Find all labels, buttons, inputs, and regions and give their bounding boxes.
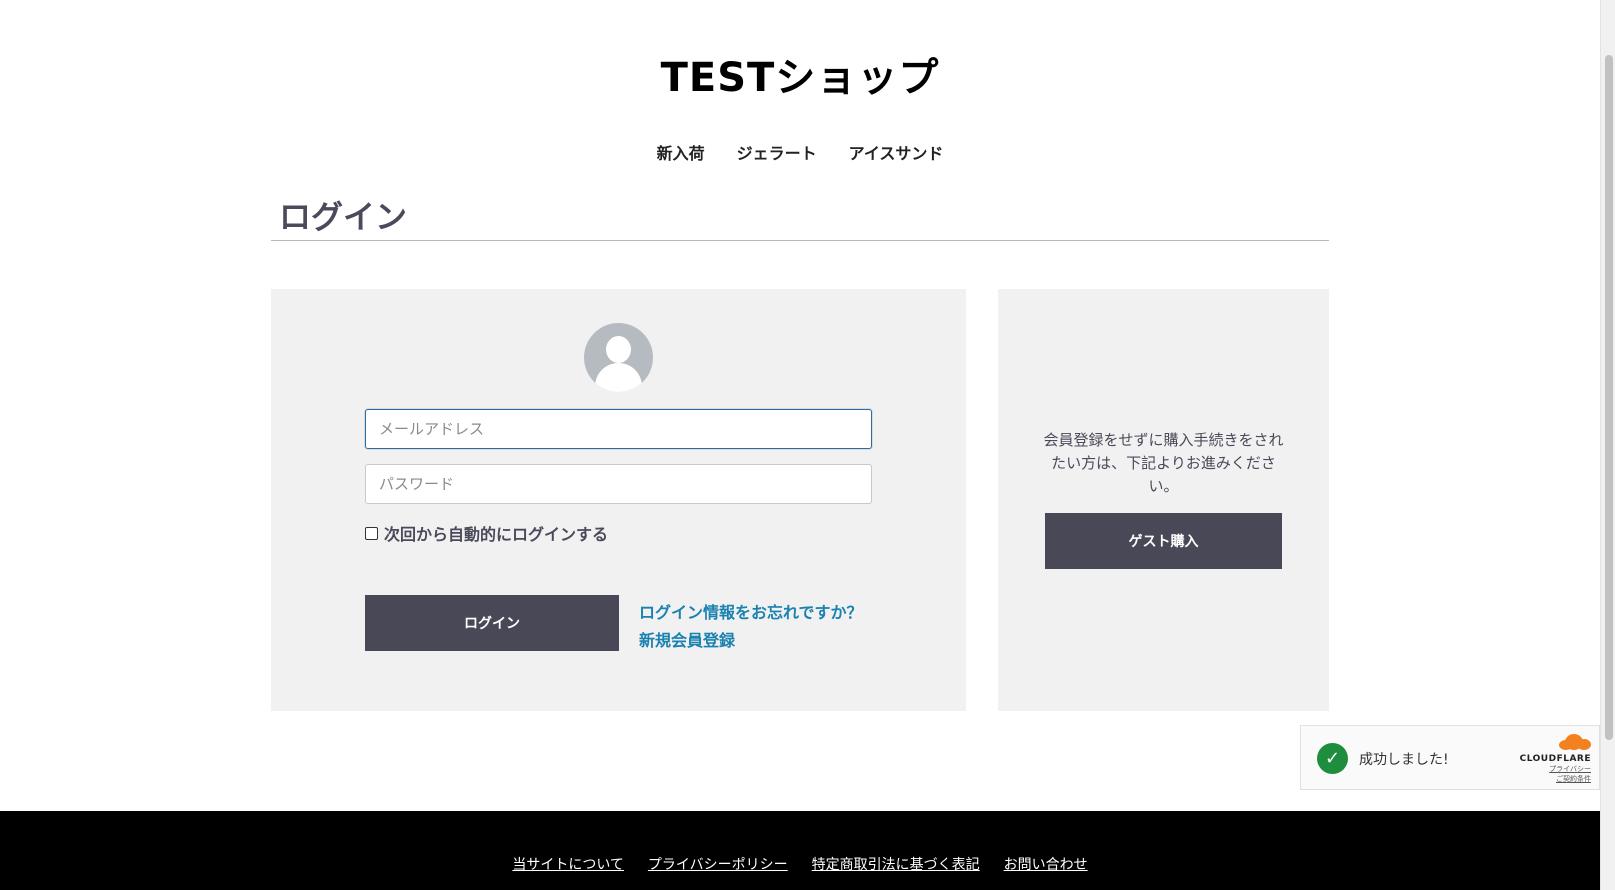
nav-item-gelato[interactable]: ジェラート xyxy=(737,140,817,164)
scrollbar-thumb[interactable] xyxy=(1605,55,1613,740)
main-nav: 新入荷 ジェラート アイスサンド xyxy=(0,140,1600,164)
cloudflare-terms-link[interactable]: ご契約条件 xyxy=(1507,774,1591,784)
remember-checkbox[interactable] xyxy=(365,526,378,540)
footer-link-about[interactable]: 当サイトについて xyxy=(512,854,624,874)
forgot-login-link[interactable]: ログイン情報をお忘れですか？ xyxy=(639,599,863,623)
turnstile-status: 成功しました! xyxy=(1359,752,1449,768)
guest-description: 会員登録をせずに購入手続きをされたい方は、下記よりお進みください。 xyxy=(1043,431,1284,495)
remember-me[interactable]: 次回から自動的にログインする xyxy=(365,521,608,545)
footer-link-contact[interactable]: お問い合わせ xyxy=(1004,854,1088,874)
nav-item-ice-sandwich[interactable]: アイスサンド xyxy=(849,140,944,164)
register-link[interactable]: 新規会員登録 xyxy=(639,627,735,651)
footer-links: 当サイトについて プライバシーポリシー 特定商取引法に基づく表記 お問い合わせ xyxy=(0,854,1600,874)
page-title: ログイン xyxy=(279,198,408,236)
title-divider xyxy=(271,240,1329,241)
cloudflare-brand: CLOUDFLARE xyxy=(1519,754,1591,764)
remember-label: 次回から自動的にログインする xyxy=(384,525,609,544)
footer-link-commerce-law[interactable]: 特定商取引法に基づく表記 xyxy=(812,854,980,874)
user-avatar-icon xyxy=(584,323,653,392)
cloudflare-logo: CLOUDFLARE プライバシー ご契約条件 xyxy=(1507,734,1591,784)
cloudflare-turnstile-widget: ✓ 成功しました! CLOUDFLARE プライバシー ご契約条件 xyxy=(1300,725,1600,790)
cloudflare-cloud-icon xyxy=(1555,734,1591,750)
login-button[interactable]: ログイン xyxy=(365,595,619,651)
cloudflare-privacy-link[interactable]: プライバシー xyxy=(1507,764,1591,774)
login-panel: 次回から自動的にログインする ログイン xyxy=(271,289,966,711)
guest-panel: 会員登録をせずに購入手続きをされたい方は、下記よりお進みください。 ゲスト購入 xyxy=(998,289,1329,711)
nav-item-new-arrivals[interactable]: 新入荷 xyxy=(657,140,705,164)
site-title[interactable]: TESTショップ xyxy=(0,45,1600,103)
site-footer: 当サイトについて プライバシーポリシー 特定商取引法に基づく表記 お問い合わせ xyxy=(0,811,1600,890)
email-field[interactable] xyxy=(365,409,872,449)
footer-link-privacy[interactable]: プライバシーポリシー xyxy=(648,854,788,874)
success-check-icon: ✓ xyxy=(1317,743,1348,774)
guest-purchase-button[interactable]: ゲスト購入 xyxy=(1045,513,1282,569)
page-scrollbar[interactable] xyxy=(1600,0,1615,890)
password-field[interactable] xyxy=(365,464,872,504)
